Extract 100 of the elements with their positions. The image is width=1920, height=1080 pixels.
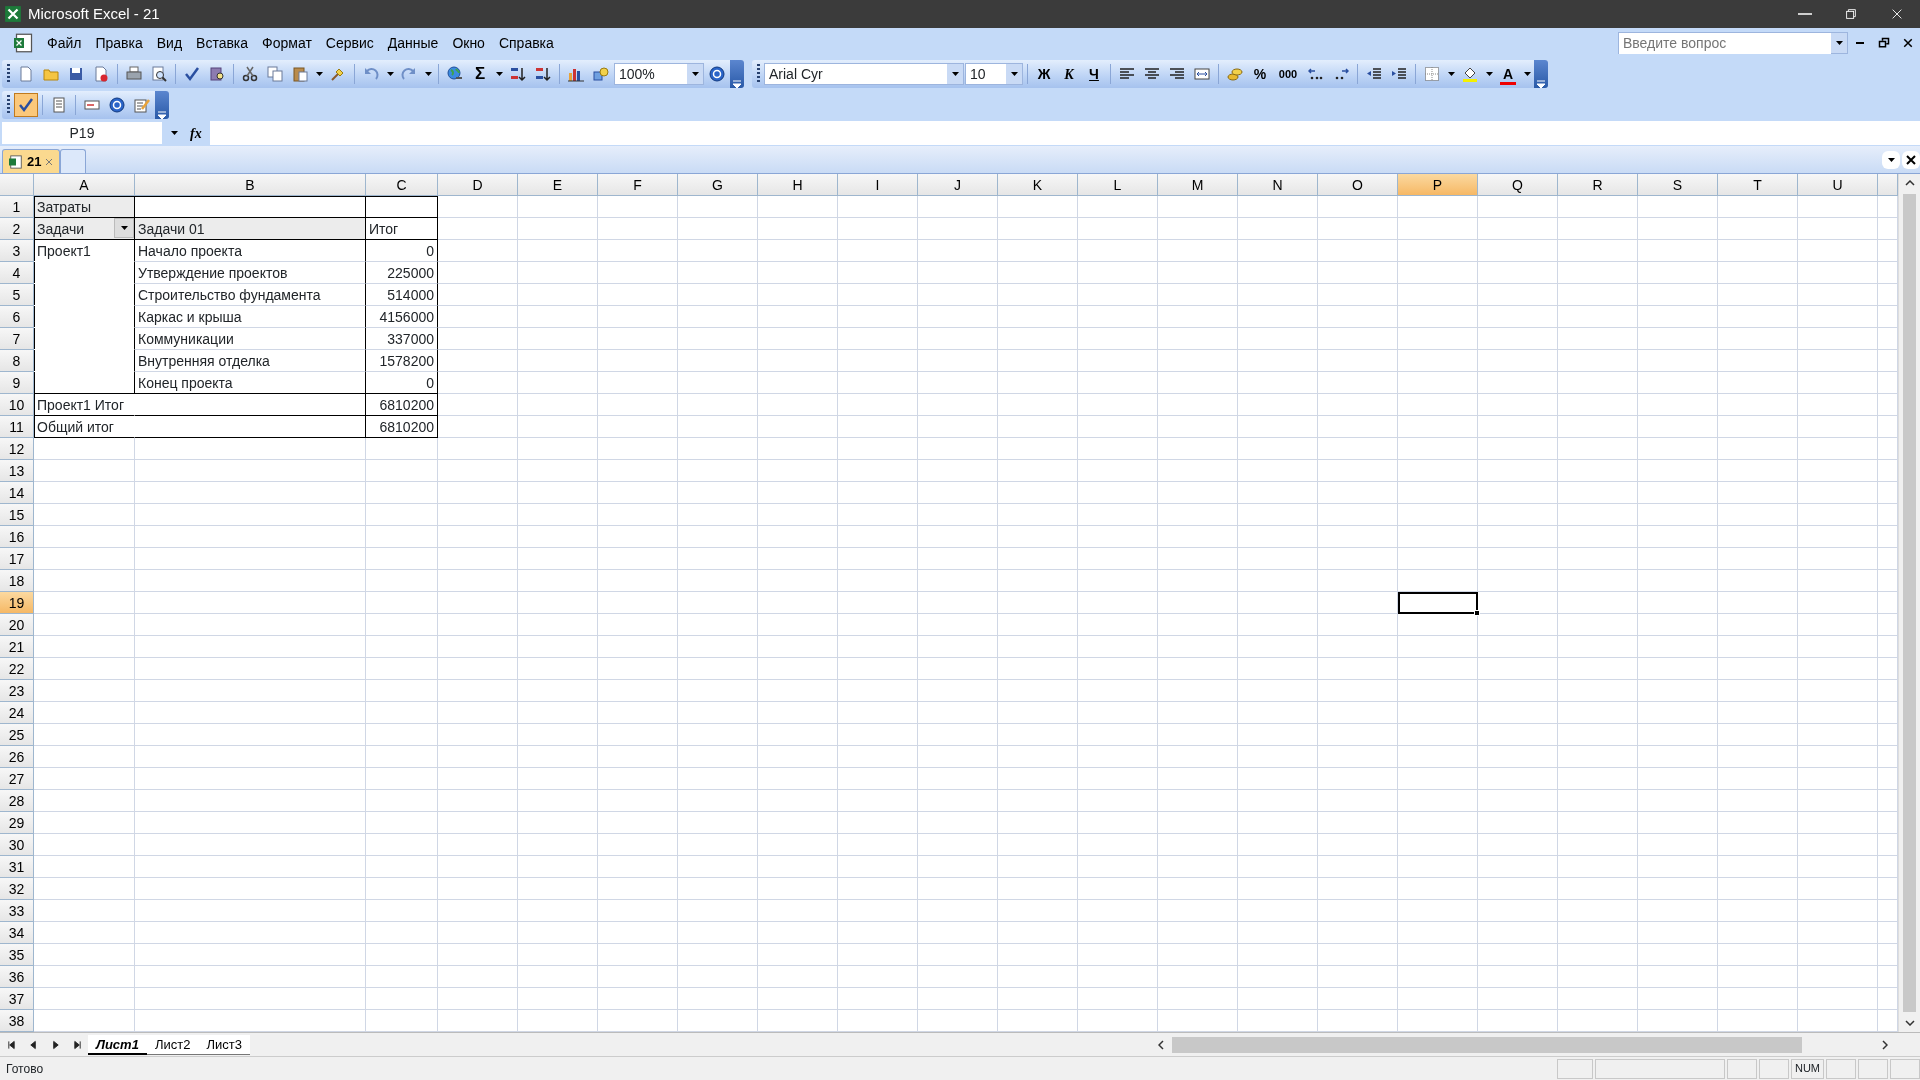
row-header[interactable]: 25 <box>0 724 34 746</box>
column-header[interactable]: T <box>1718 174 1798 196</box>
close-button[interactable] <box>1902 150 1920 169</box>
row-header[interactable]: 29 <box>0 812 34 834</box>
row-header[interactable]: 38 <box>0 1010 34 1032</box>
row-header[interactable]: 6 <box>0 306 34 328</box>
column-header[interactable]: J <box>918 174 998 196</box>
row-header[interactable]: 13 <box>0 460 34 482</box>
italic-button[interactable]: К <box>1057 62 1081 86</box>
menu-item[interactable]: Формат <box>255 30 319 56</box>
menu-item[interactable]: Файл <box>40 30 89 56</box>
row-header[interactable]: 18 <box>0 570 34 592</box>
column-header[interactable]: R <box>1558 174 1638 196</box>
row-header[interactable]: 9 <box>0 372 34 394</box>
workbook-tab[interactable]: 21 <box>2 149 61 173</box>
row-header[interactable]: 11 <box>0 416 34 438</box>
function-button[interactable]: fx <box>186 121 206 145</box>
column-header[interactable]: H <box>758 174 838 196</box>
zoom-field[interactable]: 100% <box>614 63 704 85</box>
row-header[interactable]: 34 <box>0 922 34 944</box>
bold-button[interactable]: Ж <box>1032 62 1056 86</box>
row-header[interactable]: 12 <box>0 438 34 460</box>
row-header[interactable]: 3 <box>0 240 34 262</box>
menu-item[interactable]: Окно <box>445 30 492 56</box>
scrollbar-thumb[interactable] <box>1172 1036 1802 1053</box>
menu-item[interactable]: Вставка <box>189 30 256 56</box>
row-header[interactable]: 32 <box>0 878 34 900</box>
row-header[interactable]: 2 <box>0 218 34 240</box>
row-header[interactable]: 35 <box>0 944 34 966</box>
menu-item[interactable]: Данные <box>380 30 446 56</box>
row-header[interactable]: 14 <box>0 482 34 504</box>
column-header[interactable]: B <box>135 174 366 196</box>
toolbar-options-button[interactable] <box>155 91 169 119</box>
sheet-tab[interactable]: Лист3 <box>198 1034 250 1055</box>
name-box[interactable]: P19 <box>2 122 162 144</box>
column-header[interactable]: F <box>598 174 678 196</box>
row-header[interactable]: 24 <box>0 702 34 724</box>
dropdown-button[interactable] <box>114 218 134 238</box>
dropdown-button[interactable] <box>1831 33 1847 53</box>
row-header[interactable]: 21 <box>0 636 34 658</box>
row-header[interactable]: 8 <box>0 350 34 372</box>
row-header[interactable]: 27 <box>0 768 34 790</box>
row-header[interactable]: 28 <box>0 790 34 812</box>
row-header[interactable]: 7 <box>0 328 34 350</box>
row-header[interactable]: 15 <box>0 504 34 526</box>
column-header[interactable]: I <box>838 174 918 196</box>
sum-button[interactable]: Σ <box>468 62 492 86</box>
column-header[interactable]: C <box>366 174 438 196</box>
column-header[interactable]: A <box>34 174 135 196</box>
menu-item[interactable]: Правка <box>88 30 150 56</box>
font-color-button[interactable]: A <box>1496 62 1520 86</box>
column-header[interactable]: Q <box>1478 174 1558 196</box>
underline-button[interactable]: Ч <box>1082 62 1106 86</box>
column-header[interactable]: G <box>678 174 758 196</box>
sheet-tab[interactable]: Лист1 <box>88 1034 147 1055</box>
checkmark-button[interactable] <box>14 93 38 117</box>
column-header[interactable]: U <box>1798 174 1878 196</box>
row-header[interactable]: 1 <box>0 196 34 218</box>
row-header[interactable]: 20 <box>0 614 34 636</box>
toolbar-options-button[interactable] <box>730 60 744 88</box>
column-header[interactable]: N <box>1238 174 1318 196</box>
thousands-button[interactable]: 000 <box>1273 62 1303 86</box>
column-header[interactable]: O <box>1318 174 1398 196</box>
row-header[interactable]: 22 <box>0 658 34 680</box>
dropdown-button[interactable] <box>687 64 703 84</box>
column-header[interactable]: L <box>1078 174 1158 196</box>
row-header[interactable]: 31 <box>0 856 34 878</box>
row-header[interactable]: 26 <box>0 746 34 768</box>
font-field[interactable]: Arial Cyr <box>764 63 964 85</box>
row-header[interactable]: 36 <box>0 966 34 988</box>
sheet-tab[interactable]: Лист2 <box>146 1034 199 1055</box>
menu-item[interactable]: Вид <box>149 30 190 56</box>
column-header[interactable]: K <box>998 174 1078 196</box>
row-header[interactable]: 4 <box>0 262 34 284</box>
column-header[interactable]: E <box>518 174 598 196</box>
row-header[interactable]: 37 <box>0 988 34 1010</box>
column-header[interactable]: S <box>1638 174 1718 196</box>
help-field[interactable]: Введите вопрос <box>1618 32 1848 54</box>
row-header[interactable]: 30 <box>0 834 34 856</box>
dropdown-button[interactable] <box>947 64 963 84</box>
font-size-field[interactable]: 10 <box>965 63 1023 85</box>
row-header[interactable]: 16 <box>0 526 34 548</box>
row-header[interactable]: 17 <box>0 548 34 570</box>
column-header[interactable]: P <box>1398 174 1478 196</box>
menu-item[interactable]: Сервис <box>318 30 381 56</box>
column-header[interactable]: D <box>438 174 518 196</box>
fill-handle[interactable] <box>1474 610 1480 616</box>
column-header[interactable]: M <box>1158 174 1238 196</box>
dropdown-button[interactable] <box>1006 64 1022 84</box>
toolbar-options-button[interactable] <box>1534 60 1548 88</box>
row-header[interactable]: 23 <box>0 680 34 702</box>
row-header[interactable]: 33 <box>0 900 34 922</box>
scrollbar-thumb[interactable] <box>1903 194 1916 1012</box>
row-header[interactable]: 19 <box>0 592 34 614</box>
row-header[interactable]: 5 <box>0 284 34 306</box>
dropdown-button[interactable] <box>1882 150 1900 169</box>
formula-field[interactable] <box>209 121 1920 145</box>
percent-button[interactable]: % <box>1248 62 1272 86</box>
row-header[interactable]: 10 <box>0 394 34 416</box>
menu-item[interactable]: Справка <box>491 30 561 56</box>
